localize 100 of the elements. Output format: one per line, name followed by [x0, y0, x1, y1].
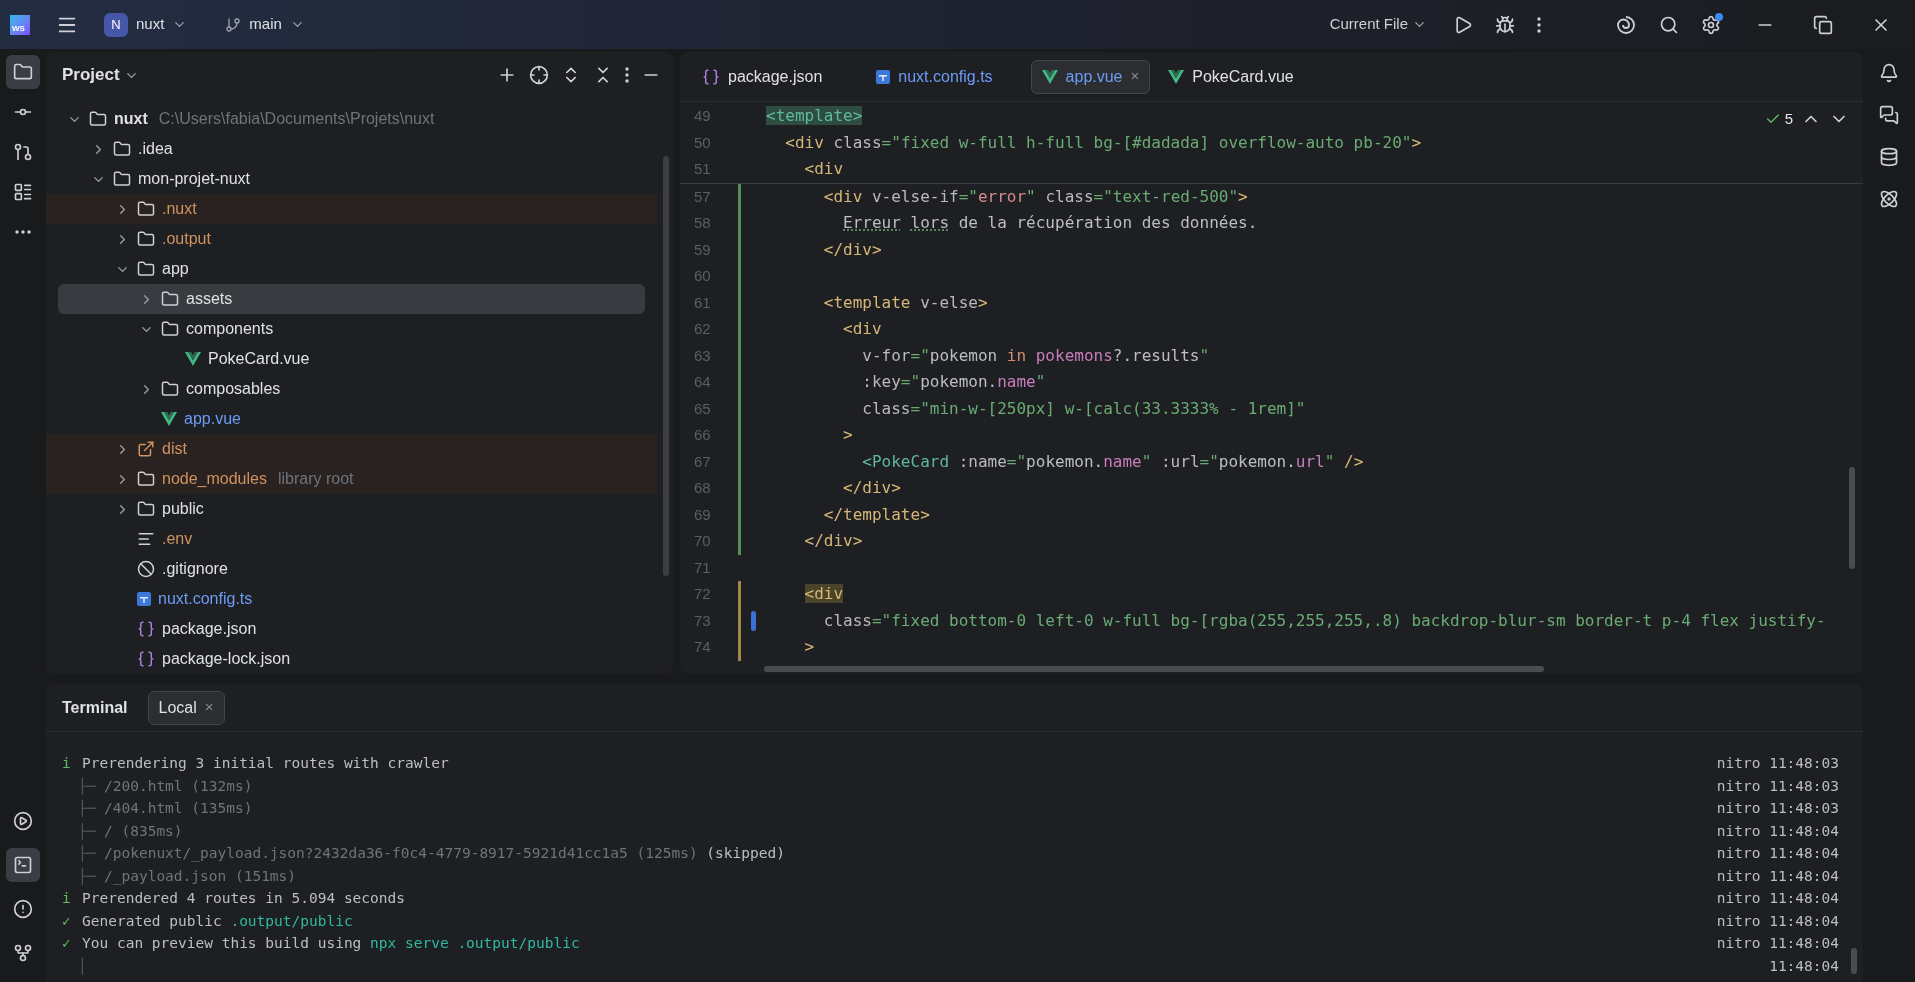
tree-item-label: .idea: [138, 139, 173, 159]
tree-row[interactable]: components: [46, 314, 657, 344]
bell-icon[interactable]: [1879, 63, 1899, 83]
code-line: Erreur lors de la récupération des données.: [842, 212, 1258, 235]
tree-row[interactable]: app.vue: [46, 404, 657, 434]
tree-row[interactable]: nuxt.config.ts: [46, 584, 657, 614]
status-glyph: ├─: [78, 798, 97, 819]
tree-row[interactable]: node_modules library root: [46, 464, 657, 494]
terminal-tab[interactable]: Local ×: [147, 690, 225, 725]
vue-icon: [185, 352, 201, 366]
swirl-icon[interactable]: [1615, 13, 1637, 36]
tab-label: PokeCard.vue: [1192, 66, 1294, 87]
project-view-selector[interactable]: Project: [62, 62, 139, 88]
scrollbar[interactable]: [764, 666, 1544, 672]
scrollbar[interactable]: [1851, 948, 1857, 974]
log-source: nitro 11:48:04: [1716, 844, 1839, 864]
more-icon[interactable]: [1537, 16, 1541, 33]
tree-row[interactable]: .nuxt: [46, 194, 657, 224]
folder-tool-button[interactable]: [6, 55, 40, 89]
editor-tab[interactable]: package.json: [692, 59, 859, 94]
status-glyph: ├─: [78, 776, 97, 797]
tree-row[interactable]: public: [46, 494, 657, 524]
tree-row[interactable]: composables: [46, 374, 657, 404]
log-source: nitro 11:48:04: [1716, 911, 1839, 931]
tree-item-label: app.vue: [184, 409, 241, 429]
tree-item-label: node_modules: [162, 469, 267, 489]
project-folder-icon: [89, 110, 107, 128]
status-glyph: i: [62, 889, 72, 909]
log-source: nitro 11:48:04: [1716, 821, 1839, 841]
branch-switcher[interactable]: main: [225, 13, 305, 36]
search-icon[interactable]: [1659, 14, 1679, 35]
typescript-file-icon: [876, 69, 891, 84]
editor-tab[interactable]: PokeCard.vue: [1158, 59, 1304, 94]
line-number: 63: [693, 345, 712, 366]
restore-icon[interactable]: [1813, 14, 1833, 35]
git-icon: [13, 943, 33, 963]
tree-row[interactable]: .gitignore: [46, 554, 657, 584]
editor-tab[interactable]: app.vue ×: [1030, 59, 1151, 94]
tree-row[interactable]: PokeCard.vue: [46, 344, 657, 374]
run-icon[interactable]: [1453, 14, 1473, 35]
more-icon[interactable]: [625, 67, 629, 83]
project-switcher[interactable]: N nuxt: [104, 12, 188, 37]
tree-row[interactable]: dist: [46, 434, 657, 464]
status-glyph: ✓: [62, 911, 72, 931]
line-number: 50: [693, 132, 712, 153]
tab-close[interactable]: ×: [204, 696, 214, 719]
code-line: <template v-else>: [822, 291, 988, 314]
status-glyph: ├─: [78, 821, 97, 842]
tab-label: nuxt.config.ts: [898, 66, 993, 87]
database-icon[interactable]: [1879, 147, 1899, 167]
run-configuration-selector[interactable]: Current File: [1329, 13, 1427, 36]
tree-item-label: .output: [162, 229, 211, 249]
code-line: </div>: [822, 238, 882, 261]
play-circle-icon: [13, 811, 33, 831]
code-line: v-for="pokemon in pokemons?.results": [861, 344, 1210, 367]
atom-icon[interactable]: [1879, 189, 1899, 209]
tree-row[interactable]: nuxt C:\Users\fabia\Documents\Projets\nuxt: [46, 104, 657, 134]
text-file-icon: [137, 530, 155, 548]
folder-icon: [13, 62, 33, 82]
braces-icon: [702, 67, 720, 86]
code-line: >: [803, 636, 815, 659]
terminal-line: /200.html (132ms): [104, 776, 253, 796]
folder-icon: [137, 200, 155, 218]
bug-icon[interactable]: [1495, 14, 1515, 35]
line-number: 67: [693, 451, 712, 472]
tree-row[interactable]: assets: [58, 284, 645, 314]
folder-icon: [113, 170, 131, 188]
tree-row[interactable]: .env: [46, 524, 657, 554]
scrollbar[interactable]: [1849, 467, 1855, 569]
tab-close[interactable]: ×: [1130, 65, 1140, 88]
tree-row[interactable]: package-lock.json: [46, 644, 657, 674]
line-number: 64: [693, 372, 712, 392]
tree-item-label: dist: [162, 439, 187, 459]
tree-row[interactable]: app: [46, 254, 657, 284]
tree-row[interactable]: package.json: [46, 614, 657, 644]
alert-icon: [13, 899, 33, 919]
tree-row[interactable]: .output: [46, 224, 657, 254]
tree-row[interactable]: .idea: [46, 134, 657, 164]
tree-item-label: nuxt: [114, 109, 148, 129]
tree-item-label: package-lock.json: [162, 649, 291, 669]
crosshair-icon[interactable]: [529, 65, 549, 85]
editor-tab[interactable]: nuxt.config.ts: [866, 59, 1023, 94]
folder-link-icon: [137, 440, 155, 458]
tree-item-label: public: [162, 499, 204, 519]
typescript-file-icon: [137, 592, 151, 606]
code-line: <PokeCard :name="pokemon.name" :url="pokemon.url" />: [861, 450, 1364, 473]
log-source: nitro 11:48:03: [1716, 776, 1839, 796]
code-line: </div>: [842, 477, 901, 500]
inspections-widget[interactable]: 5: [1764, 108, 1793, 131]
tree-item-label: nuxt.config.ts: [158, 589, 253, 609]
tree-row[interactable]: mon-projet-nuxt: [46, 164, 657, 194]
vue-icon: [1168, 69, 1185, 84]
folder-icon: [161, 320, 179, 338]
line-number: 62: [693, 319, 712, 339]
chat-icon[interactable]: [1879, 105, 1899, 125]
settings-icon[interactable]: [1701, 14, 1721, 35]
terminal-tool-button[interactable]: [6, 848, 40, 882]
scrollbar[interactable]: [663, 156, 669, 576]
tree-item-label: .nuxt: [162, 199, 197, 219]
line-number: 65: [693, 398, 712, 419]
